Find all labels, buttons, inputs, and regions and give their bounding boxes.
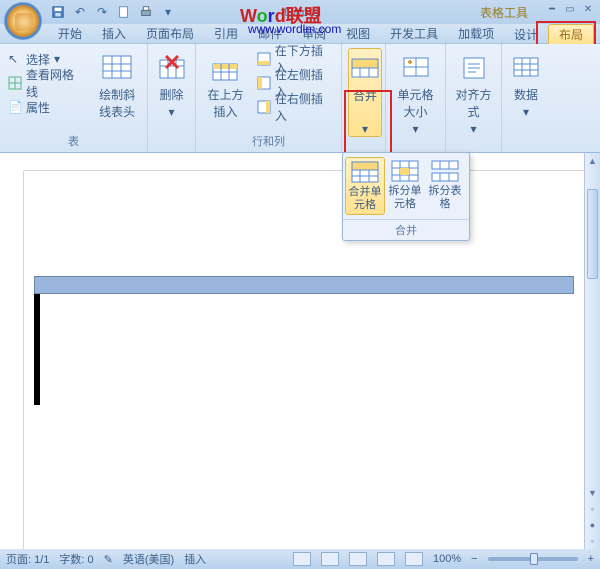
minimize-button[interactable]: ━ — [544, 2, 560, 16]
table-row — [35, 383, 40, 405]
data-button[interactable]: 数据▾ — [508, 48, 544, 119]
view-outline-button[interactable] — [377, 552, 395, 566]
insert-below-icon — [257, 52, 271, 66]
spellcheck-icon[interactable]: ✎ — [104, 553, 113, 566]
redo-icon[interactable]: ↷ — [94, 4, 110, 20]
horizontal-ruler[interactable] — [24, 153, 584, 171]
window-title: ft Word — [281, 5, 319, 19]
table-row — [35, 295, 40, 317]
view-fullscreen-button[interactable] — [321, 552, 339, 566]
view-draft-button[interactable] — [405, 552, 423, 566]
zoom-out-button[interactable]: − — [471, 553, 477, 565]
selected-table-row[interactable] — [34, 276, 574, 294]
zoom-knob[interactable] — [530, 553, 538, 565]
word-table[interactable] — [34, 294, 40, 405]
properties-icon: 📄 — [8, 100, 22, 114]
undo-icon[interactable]: ↶ — [72, 4, 88, 20]
office-button[interactable] — [4, 2, 42, 40]
scroll-up-icon[interactable]: ▲ — [585, 153, 600, 169]
table-row — [35, 317, 40, 339]
group-label-delete — [154, 135, 189, 152]
group-label-rowscols: 行和列 — [202, 131, 335, 152]
tab-view[interactable]: 视图 — [336, 23, 380, 43]
cellsize-button[interactable]: 单元格大小▾ — [392, 48, 439, 136]
status-words[interactable]: 字数: 0 — [59, 551, 93, 567]
scroll-thumb[interactable] — [587, 189, 598, 279]
split-table-icon — [430, 159, 460, 183]
merge-dropdown-popup: 合并单元格 拆分单元格 拆分表格 合并 — [342, 152, 470, 241]
qat-dropdown-icon[interactable]: ▾ — [160, 4, 176, 20]
zoom-in-button[interactable]: + — [588, 553, 594, 565]
group-cellsize: 单元格大小▾ — [386, 44, 446, 152]
zoom-level[interactable]: 100% — [433, 553, 461, 565]
tab-mailings[interactable]: 邮件 — [248, 23, 292, 43]
cellsize-icon — [400, 52, 432, 84]
new-doc-icon[interactable] — [116, 4, 132, 20]
split-table-button[interactable]: 拆分表格 — [425, 157, 465, 215]
status-insert-mode[interactable]: 插入 — [184, 551, 206, 567]
group-label-table: 表 — [6, 131, 141, 152]
ribbon: ↖选择▾ 查看网格线 📄属性 绘制斜线表头 表 删除▾ 在上方插入 — [0, 44, 600, 153]
group-table: ↖选择▾ 查看网格线 📄属性 绘制斜线表头 表 — [0, 44, 148, 152]
tab-references[interactable]: 引用 — [204, 23, 248, 43]
merge-cells-icon — [350, 160, 380, 184]
quick-access-toolbar: ↶ ↷ ▾ — [50, 4, 176, 20]
merge-cells-button[interactable]: 合并单元格 — [345, 157, 385, 215]
merge-icon — [349, 53, 381, 85]
scroll-down-icon[interactable]: ▼ — [585, 485, 600, 501]
properties-button[interactable]: 📄属性 — [6, 96, 87, 118]
status-page[interactable]: 页面: 1/1 — [6, 551, 49, 567]
tab-addins[interactable]: 加载项 — [448, 23, 504, 43]
table-row — [35, 339, 40, 361]
restore-button[interactable]: ▭ — [562, 2, 578, 16]
status-language[interactable]: 英语(美国) — [123, 551, 174, 567]
table-row — [35, 361, 40, 383]
view-gridlines-button[interactable]: 查看网格线 — [6, 72, 87, 94]
insert-left-icon — [257, 76, 271, 90]
vertical-scrollbar[interactable]: ▲ ▼ ◦ ● ◦ — [584, 153, 600, 549]
document-area[interactable] — [24, 171, 584, 549]
context-tab-group-label: 表格工具 — [480, 4, 528, 21]
vertical-ruler[interactable] — [0, 171, 24, 549]
insert-above-icon — [209, 52, 241, 84]
insert-above-button[interactable]: 在上方插入 — [202, 48, 249, 120]
group-data: 数据▾ — [502, 44, 550, 152]
align-button[interactable]: 对齐方式▾ — [452, 48, 495, 136]
cursor-icon: ↖ — [8, 52, 22, 66]
tab-insert[interactable]: 插入 — [92, 23, 136, 43]
zoom-slider[interactable] — [488, 557, 578, 561]
view-web-button[interactable] — [349, 552, 367, 566]
split-cells-icon — [390, 159, 420, 183]
table-icon — [101, 52, 133, 84]
tab-page-layout[interactable]: 页面布局 — [136, 23, 204, 43]
insert-right-button[interactable]: 在右侧插入 — [255, 96, 335, 118]
browse-prev-icon[interactable]: ◦ — [585, 501, 600, 517]
status-bar: 页面: 1/1 字数: 0 ✎ 英语(美国) 插入 100% − + — [0, 549, 600, 569]
align-icon — [458, 52, 490, 84]
print-icon[interactable] — [138, 4, 154, 20]
delete-icon — [156, 52, 188, 84]
popup-group-label: 合并 — [343, 219, 469, 240]
grid-icon — [8, 76, 22, 90]
group-rows-cols: 在上方插入 在下方插入 在左侧插入 在右侧插入 行和列 — [196, 44, 342, 152]
group-align: 对齐方式▾ — [446, 44, 502, 152]
draw-diagonal-button[interactable]: 绘制斜线表头 — [93, 48, 141, 120]
insert-right-icon — [257, 100, 271, 114]
browse-next-icon[interactable]: ◦ — [585, 533, 600, 549]
ribbon-tabs: 开始 插入 页面布局 引用 邮件 审阅 视图 开发工具 加载项 设计 布局 — [0, 24, 600, 44]
tab-home[interactable]: 开始 — [48, 23, 92, 43]
tab-developer[interactable]: 开发工具 — [380, 23, 448, 43]
delete-button[interactable]: 删除▾ — [154, 48, 189, 119]
split-cells-button[interactable]: 拆分单元格 — [385, 157, 425, 215]
view-print-layout-button[interactable] — [293, 552, 311, 566]
title-bar: ↶ ↷ ▾ ft Word 表格工具 ━ ▭ ✕ — [0, 0, 600, 24]
close-button[interactable]: ✕ — [580, 2, 596, 16]
browse-object-icon[interactable]: ● — [585, 517, 600, 533]
tab-review[interactable]: 审阅 — [292, 23, 336, 43]
save-icon[interactable] — [50, 4, 66, 20]
data-icon — [510, 52, 542, 84]
group-delete: 删除▾ — [148, 44, 196, 152]
